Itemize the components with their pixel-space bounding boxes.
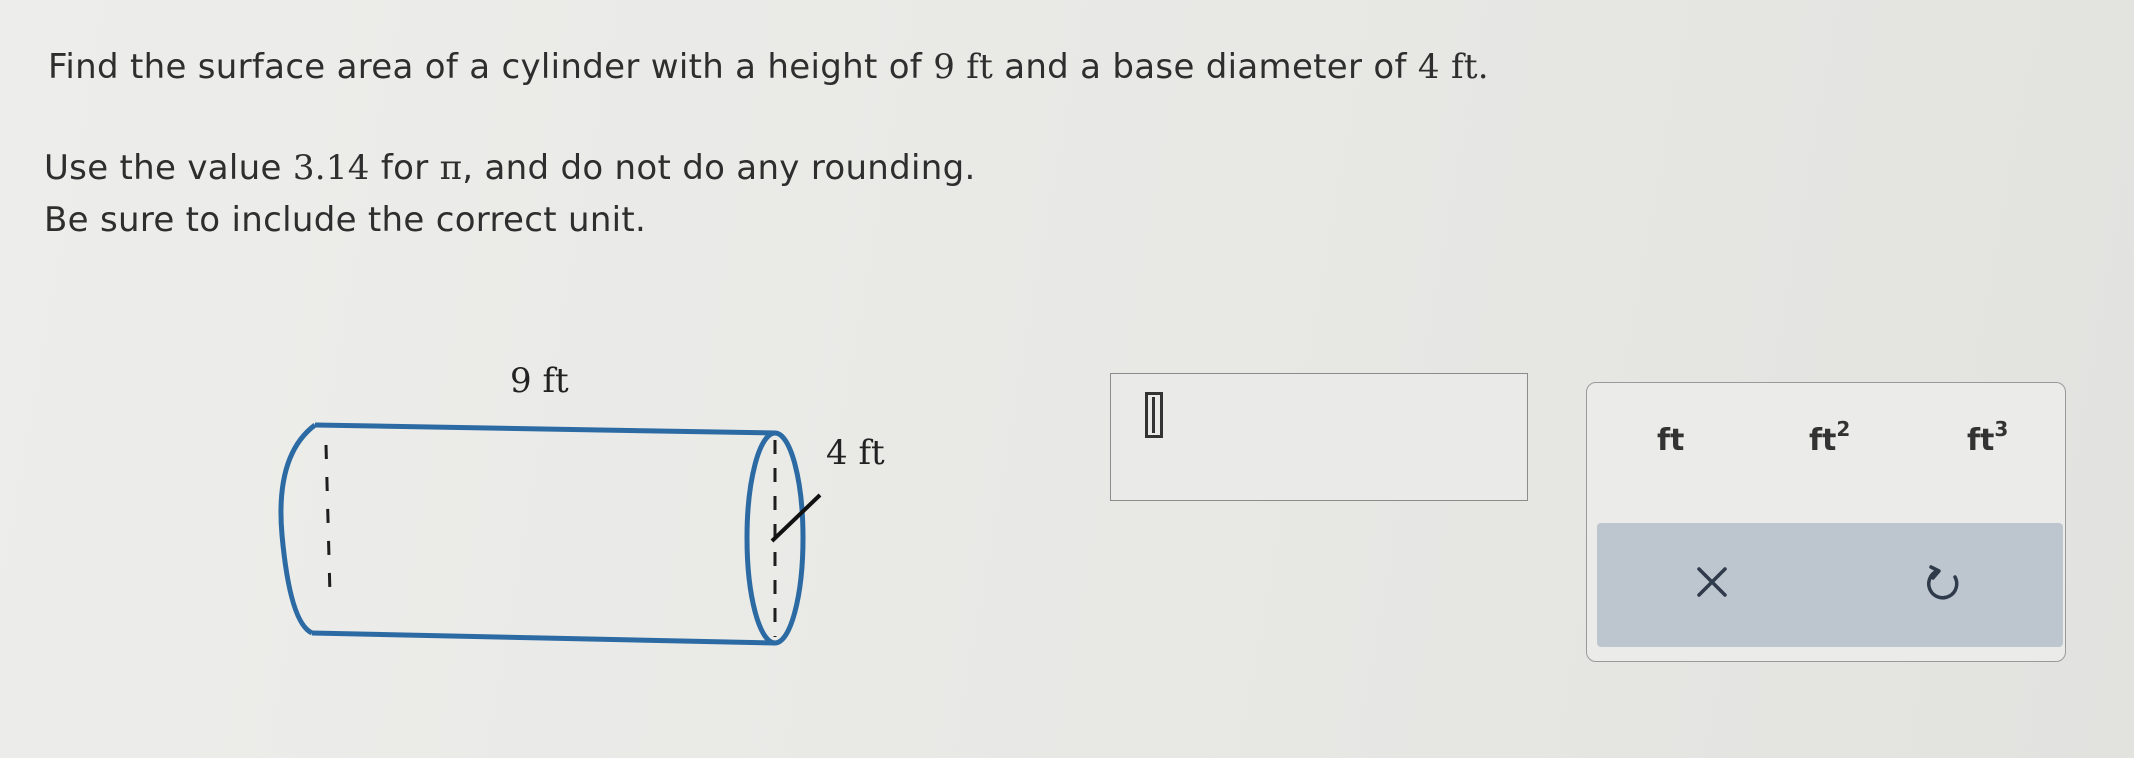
undo-icon	[1927, 565, 1959, 600]
cylinder-bottom-edge	[311, 630, 776, 646]
pi-symbol: π	[439, 148, 463, 188]
unit-ft2-base: ft	[1809, 423, 1837, 458]
answer-input[interactable]	[1110, 373, 1528, 501]
x-icon	[1697, 567, 1727, 597]
undo-button[interactable]	[1919, 557, 1969, 607]
instr-suffix: , and do not do any rounding.	[462, 148, 976, 188]
unit-ft2-exponent: 2	[1836, 417, 1851, 441]
unit-ft3-base: ft	[1967, 423, 1995, 458]
instruction-line-1: Use the value 3.14 for π, and do not do …	[44, 142, 976, 194]
unit-ft-button[interactable]: ft	[1657, 423, 1684, 458]
input-cursor-box[interactable]	[1145, 392, 1163, 438]
height-unit: ft	[966, 47, 994, 87]
page: Find the surface area of a cylinder with…	[0, 0, 2134, 758]
left-base-dashed	[324, 444, 332, 596]
left-base-arc	[278, 423, 317, 636]
cylinder-top-edge	[314, 422, 776, 436]
instr-middle: for	[369, 148, 440, 188]
question-text: Find the surface area of a cylinder with…	[48, 46, 1489, 89]
pi-value: 3.14	[292, 148, 370, 188]
question-suffix: .	[1477, 47, 1489, 87]
clear-button[interactable]	[1687, 557, 1737, 607]
action-bar	[1597, 523, 2063, 647]
diameter-label: 4 ft	[826, 433, 885, 473]
instr-prefix: Use the value	[44, 148, 293, 188]
unit-ft3-exponent: 3	[1994, 417, 2009, 441]
cylinder-diagram	[278, 422, 822, 646]
diameter-leader-line	[770, 493, 822, 543]
instructions: Use the value 3.14 for π, and do not do …	[44, 142, 976, 246]
unit-ft2-button[interactable]: ft2	[1809, 419, 1850, 458]
question-prefix: Find the surface area of a cylinder with…	[48, 47, 934, 87]
unit-palette: ft ft2 ft3	[1586, 382, 2066, 662]
diameter-unit: ft	[1450, 47, 1478, 87]
unit-ft-base: ft	[1657, 423, 1685, 458]
height-label: 9 ft	[510, 361, 569, 401]
diameter-value: 4	[1417, 47, 1440, 87]
instruction-line-2: Be sure to include the correct unit.	[44, 200, 647, 240]
cylinder-figure: 9 ft 4 ft	[270, 355, 910, 655]
question-middle: and a base diameter of	[993, 47, 1418, 87]
height-value: 9	[933, 47, 956, 87]
unit-ft3-button[interactable]: ft3	[1967, 419, 2008, 458]
